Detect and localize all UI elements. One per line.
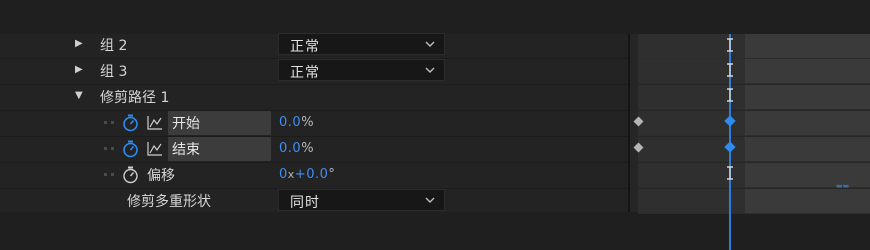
blend-mode-dropdown[interactable]: 正常 [278,59,445,81]
trim-multiple-label: 修剪多重形状 [127,194,211,210]
tree-dot [111,147,114,150]
timeline-row [638,137,870,162]
blend-mode-value: 正常 [290,65,320,81]
trim-paths-label: 修剪路径 1 [100,90,170,106]
blend-mode-value: 正常 [290,39,320,55]
graph-icon[interactable] [147,115,163,130]
start-label: 开始 [172,116,200,132]
offset-label: 偏移 [147,168,175,184]
collapse-triangle-icon[interactable]: ▼ [75,90,83,101]
tree-dot [104,173,107,176]
i-beam-icon [727,166,733,180]
start-value[interactable]: 0.0% [279,115,314,130]
bottom-band [0,212,870,250]
chevron-down-icon [425,41,435,47]
timeline-panel[interactable] [628,34,870,214]
end-value[interactable]: 0.0% [279,141,314,156]
property-row-end[interactable]: 结束 0.0% [0,136,628,163]
tree-dot [104,121,107,124]
property-row-start[interactable]: 开始 0.0% [0,110,628,137]
property-row-offset[interactable]: 偏移 0x+0.0° [0,162,628,189]
timeline-row [638,189,870,214]
timeline-row [638,59,870,84]
layer-row-group-2[interactable]: ▶ 组 2 正常 [0,32,628,59]
timeline-row [638,85,870,110]
stopwatch-icon[interactable] [122,140,139,158]
layer-label: 组 3 [100,64,128,80]
panel-divider [628,34,630,212]
expand-triangle-icon[interactable]: ▶ [75,64,83,75]
i-beam-icon [727,88,733,102]
i-beam-icon [727,63,733,77]
trim-paths-row[interactable]: ▼ 修剪路径 1 [0,84,628,111]
chevron-down-icon [425,197,435,203]
trim-multiple-dropdown[interactable]: 同时 [278,189,445,211]
tree-dot [104,147,107,150]
property-name-box[interactable]: 结束 [168,137,271,161]
timeline-row [638,34,870,59]
stopwatch-icon[interactable] [122,166,139,184]
top-band [0,0,870,34]
offset-value[interactable]: 0x+0.0° [279,167,335,182]
stopwatch-icon[interactable] [122,114,139,132]
tree-dot [111,173,114,176]
layer-row-group-3[interactable]: ▶ 组 3 正常 [0,58,628,85]
chevron-down-icon [425,67,435,73]
end-label: 结束 [172,142,200,158]
tree-dot [111,121,114,124]
trim-multiple-value: 同时 [290,195,320,211]
layer-label: 组 2 [100,38,128,54]
property-row-trim-multiple[interactable]: 修剪多重形状 同时 [0,188,628,214]
timeline-row [638,111,870,136]
watermark-logo: ▬▬ [836,182,850,190]
blend-mode-dropdown[interactable]: 正常 [278,33,445,55]
expand-triangle-icon[interactable]: ▶ [75,38,83,49]
i-beam-icon [727,38,733,52]
property-name-box[interactable]: 开始 [168,111,271,135]
graph-icon[interactable] [147,141,163,156]
